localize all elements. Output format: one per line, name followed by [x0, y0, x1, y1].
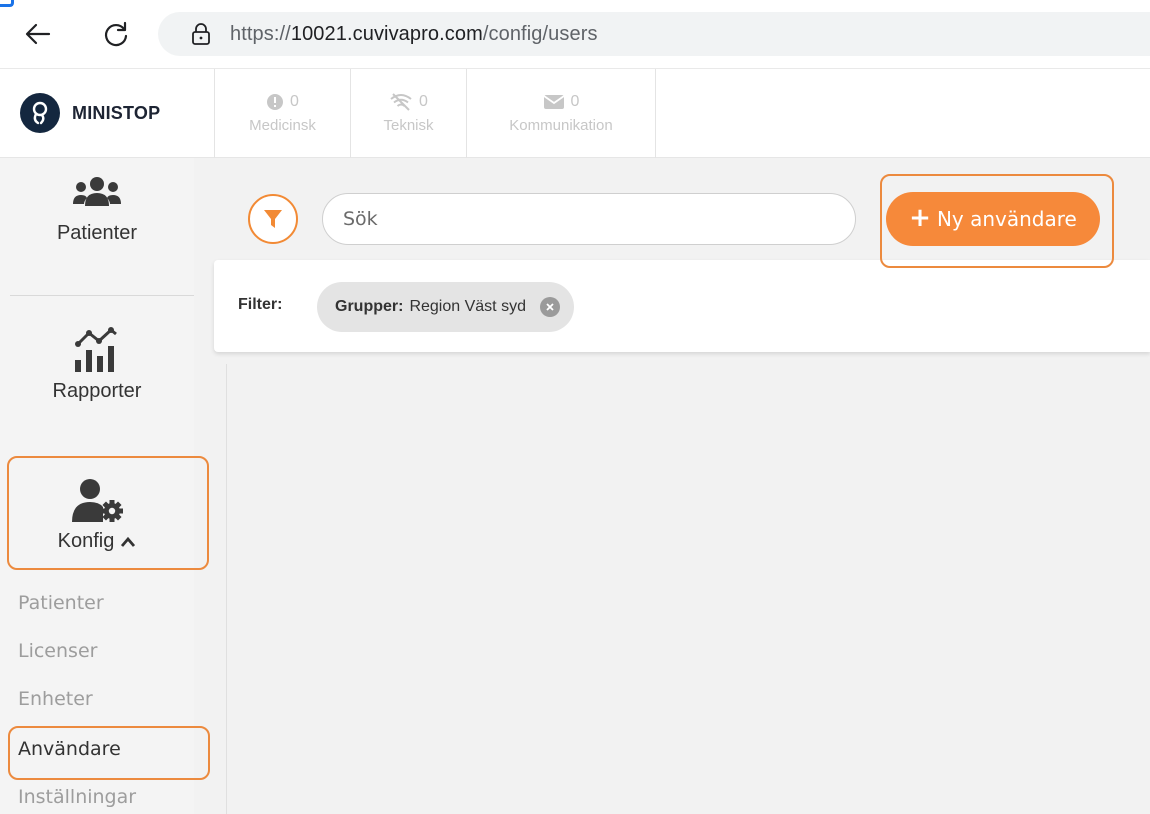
- search-input[interactable]: [322, 193, 856, 245]
- alert-count: 0: [419, 93, 428, 110]
- close-icon[interactable]: [539, 297, 560, 317]
- envelope-icon: [543, 95, 565, 109]
- users-group-icon: [73, 177, 121, 206]
- alert-tab-kommunikation[interactable]: 0 Kommunikation: [466, 69, 656, 158]
- logo-icon: [20, 93, 60, 133]
- wifi-off-icon: [390, 93, 412, 111]
- browser-tab-edge: [0, 0, 14, 7]
- user-gear-icon: [72, 479, 123, 522]
- chip-value: Region Väst syd: [409, 298, 526, 315]
- plus-icon: +: [909, 203, 931, 233]
- sidebar-subitem-enheter[interactable]: Enheter: [18, 688, 93, 710]
- chip-key: Grupper:: [335, 298, 404, 315]
- address-bar[interactable]: https://10021.cuvivapro.com/config/users: [158, 12, 1150, 56]
- alert-count: 0: [290, 93, 299, 110]
- alert-label: Medicinsk: [249, 117, 316, 134]
- filter-panel: Filter: Grupper: Region Väst syd: [214, 260, 1150, 352]
- alert-count: 0: [570, 93, 580, 110]
- sidebar-subitem-installningar[interactable]: Inställningar: [18, 786, 136, 808]
- sidebar-item-label: Konfig: [57, 530, 115, 552]
- filter-label: Filter:: [238, 296, 283, 313]
- url-host: 10021.cuvivapro.com: [290, 22, 483, 45]
- chevron-up-icon: [121, 536, 136, 547]
- refresh-icon: [104, 21, 128, 47]
- logo[interactable]: MINISTOP: [20, 85, 160, 141]
- user-list-area: [226, 364, 1150, 814]
- browser-toolbar: https://10021.cuvivapro.com/config/users: [0, 0, 1150, 68]
- alert-label: Kommunikation: [509, 117, 613, 134]
- new-user-button[interactable]: + Ny användare: [886, 192, 1100, 246]
- new-user-label: Ny användare: [936, 207, 1077, 231]
- refresh-button[interactable]: [96, 14, 136, 54]
- alert-label: Teknisk: [383, 117, 434, 134]
- chart-icon: [75, 327, 117, 372]
- back-button[interactable]: [18, 14, 58, 54]
- lock-icon[interactable]: [188, 21, 214, 47]
- sidebar-item-label: Patienter: [56, 222, 138, 244]
- url-text[interactable]: https://10021.cuvivapro.com/config/users: [230, 23, 598, 46]
- alert-tab-teknisk[interactable]: 0 Teknisk: [350, 69, 466, 158]
- sidebar-subitem-licenser[interactable]: Licenser: [18, 640, 97, 662]
- logo-text: MINISTOP: [72, 102, 161, 123]
- sidebar: Patienter Rapporter Konfig Patienter Lic…: [0, 158, 194, 814]
- sidebar-subitem-anvandare[interactable]: Användare: [18, 738, 121, 760]
- url-prefix: https://: [230, 22, 291, 45]
- url-path: /config/users: [482, 22, 598, 45]
- sidebar-item-rapporter[interactable]: Rapporter: [0, 326, 194, 446]
- filter-button[interactable]: [248, 194, 298, 244]
- main-content: + Ny användare Filter: Grupper: Region V…: [194, 158, 1150, 814]
- konfig-label-row: Konfig: [58, 530, 137, 553]
- app-header: MINISTOP 0 Medicinsk 0 Teknisk 0 Kommuni…: [0, 68, 1150, 158]
- exclamation-circle-icon: [267, 94, 284, 110]
- filter-chip[interactable]: Grupper: Region Väst syd: [317, 282, 574, 332]
- sidebar-item-konfig[interactable]: Konfig: [0, 478, 194, 578]
- sidebar-item-label: Rapporter: [52, 380, 142, 402]
- sidebar-subitem-patienter[interactable]: Patienter: [18, 592, 104, 614]
- sidebar-divider: [10, 295, 194, 296]
- arrow-left-icon: [25, 23, 51, 45]
- filter-icon: [264, 210, 282, 228]
- sidebar-item-patienter[interactable]: Patienter: [0, 176, 194, 296]
- alert-tab-medicinsk[interactable]: 0 Medicinsk: [214, 69, 350, 158]
